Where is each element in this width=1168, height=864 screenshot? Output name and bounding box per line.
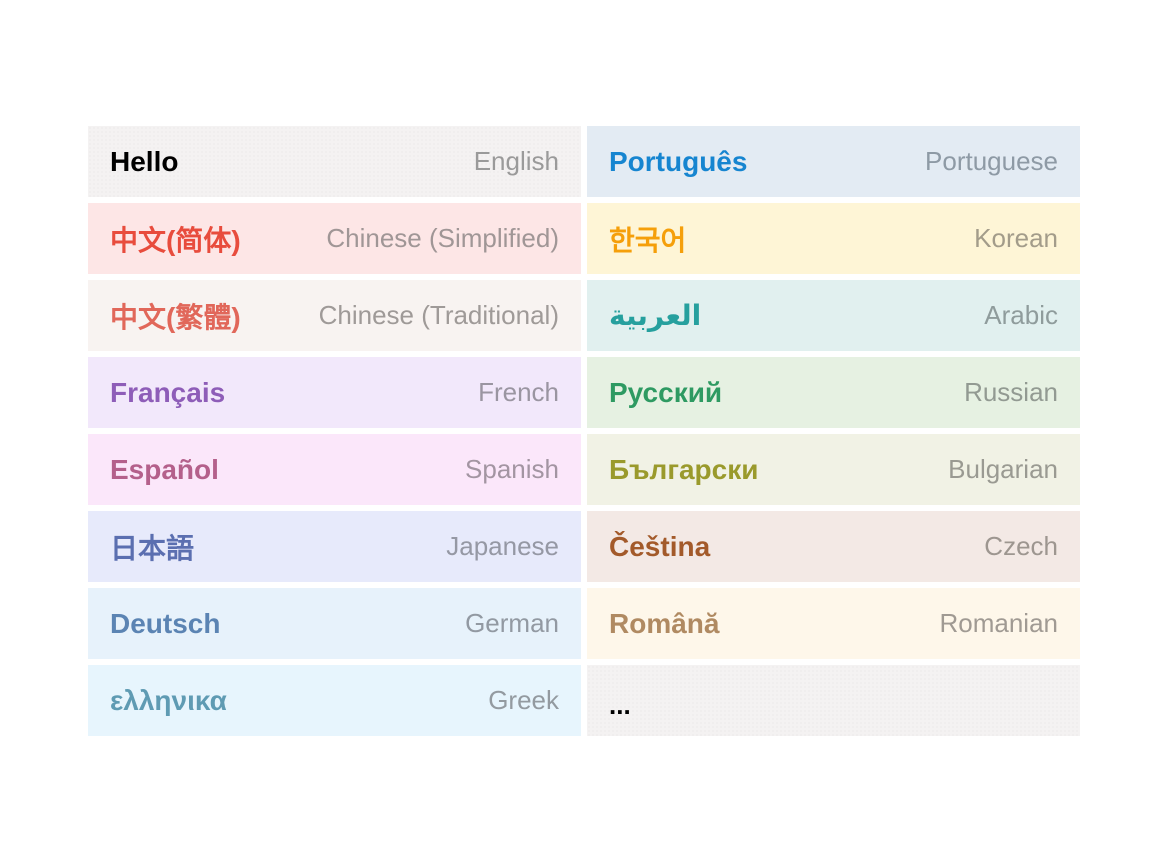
english-name: Spanish bbox=[465, 454, 559, 484]
language-card-japanese[interactable]: 日本語 Japanese bbox=[88, 511, 581, 582]
language-card-romanian[interactable]: Română Romanian bbox=[587, 588, 1080, 659]
native-name: Português bbox=[609, 145, 748, 177]
english-name: Korean bbox=[974, 223, 1058, 253]
native-name: Français bbox=[110, 376, 226, 408]
english-name: Czech bbox=[984, 531, 1058, 561]
native-name: 中文(简体) bbox=[110, 224, 241, 256]
native-name: Español bbox=[110, 453, 219, 485]
language-card-greek[interactable]: ελληνικα Greek bbox=[88, 665, 581, 736]
native-name: 日本語 bbox=[110, 532, 195, 564]
more-languages-card[interactable]: ... bbox=[587, 665, 1080, 736]
english-name: Portuguese bbox=[925, 146, 1058, 176]
english-name: Russian bbox=[964, 377, 1058, 407]
language-card-german[interactable]: Deutsch German bbox=[88, 588, 581, 659]
native-name: العربية bbox=[609, 300, 702, 331]
native-name: Română bbox=[609, 607, 720, 639]
english-name: Chinese (Traditional) bbox=[318, 300, 559, 330]
more-ellipsis: ... bbox=[609, 690, 631, 720]
language-card-french[interactable]: Français French bbox=[88, 357, 581, 428]
language-card-russian[interactable]: Русский Russian bbox=[587, 357, 1080, 428]
english-name: French bbox=[478, 377, 559, 407]
english-name: Romanian bbox=[939, 608, 1058, 638]
language-card-spanish[interactable]: Español Spanish bbox=[88, 434, 581, 505]
language-card-arabic[interactable]: العربية Arabic bbox=[587, 280, 1080, 351]
native-name: Čeština bbox=[609, 530, 711, 562]
english-name: Japanese bbox=[446, 531, 559, 561]
english-name: English bbox=[473, 146, 559, 176]
english-name: Greek bbox=[488, 685, 559, 715]
native-name: Deutsch bbox=[110, 607, 221, 639]
language-card-chinese-simplified[interactable]: 中文(简体) Chinese (Simplified) bbox=[88, 203, 581, 274]
native-name: 한국어 bbox=[609, 224, 687, 256]
english-name: Arabic bbox=[984, 300, 1058, 330]
language-card-czech[interactable]: Čeština Czech bbox=[587, 511, 1080, 582]
native-name: 中文(繁體) bbox=[110, 301, 241, 333]
english-name: Bulgarian bbox=[948, 454, 1058, 484]
language-card-english[interactable]: Hello English bbox=[88, 126, 581, 197]
language-card-portuguese[interactable]: Português Portuguese bbox=[587, 126, 1080, 197]
native-name: Български bbox=[609, 453, 759, 485]
english-name: German bbox=[465, 608, 559, 638]
native-name: Русский bbox=[609, 376, 723, 408]
language-grid: Hello English Português Portuguese 中文(简体… bbox=[88, 126, 1080, 736]
language-card-chinese-traditional[interactable]: 中文(繁體) Chinese (Traditional) bbox=[88, 280, 581, 351]
language-card-bulgarian[interactable]: Български Bulgarian bbox=[587, 434, 1080, 505]
native-name: Hello bbox=[110, 145, 179, 177]
language-card-korean[interactable]: 한국어 Korean bbox=[587, 203, 1080, 274]
native-name: ελληνικα bbox=[110, 684, 227, 716]
english-name: Chinese (Simplified) bbox=[326, 223, 559, 253]
